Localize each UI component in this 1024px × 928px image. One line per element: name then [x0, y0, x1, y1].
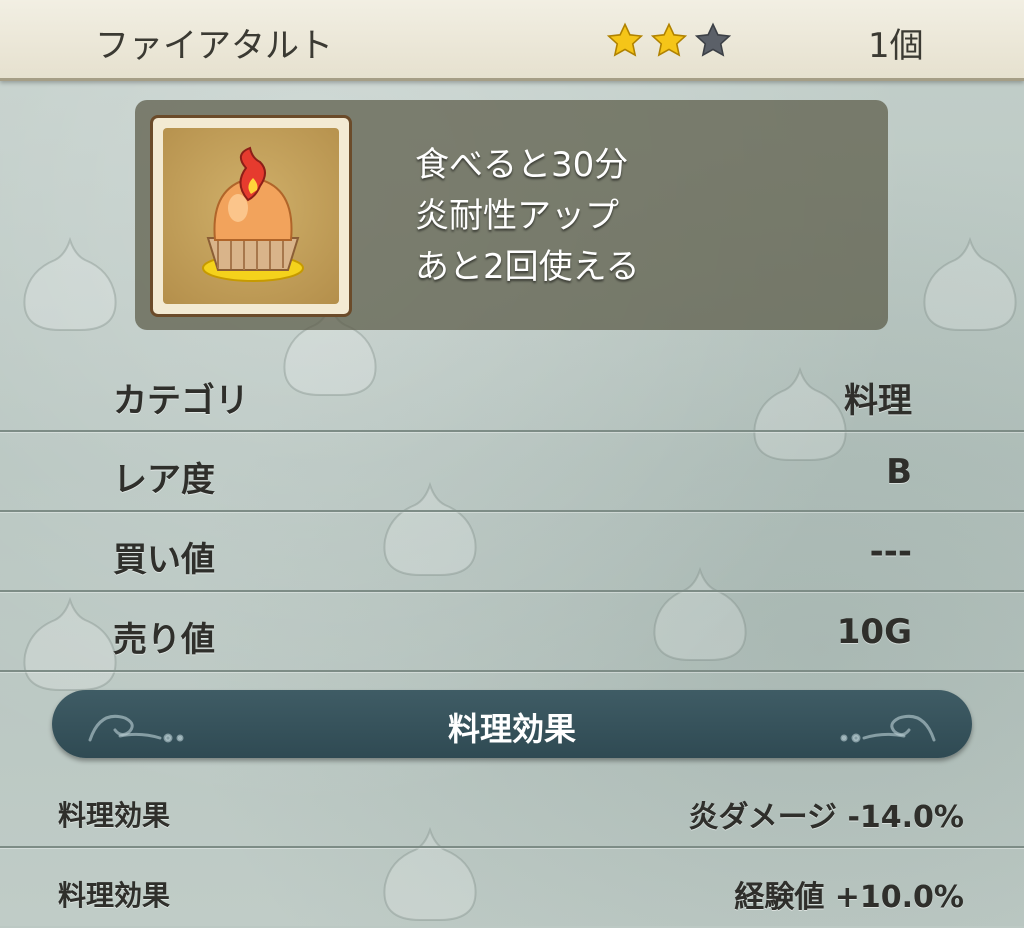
- item-description: 食べると30分 炎耐性アップ あと2回使える: [415, 140, 640, 293]
- row-divider: [0, 846, 1024, 848]
- stat-value: 10G: [836, 612, 912, 652]
- row-divider: [0, 510, 1024, 512]
- star-empty-icon: [694, 22, 732, 57]
- item-quantity: 1個: [868, 26, 924, 66]
- stat-row-rarity: レア度 B: [0, 434, 1024, 512]
- effect-row: 料理効果 炎ダメージ -14.0%: [0, 772, 1024, 850]
- stat-label: レア度: [113, 460, 215, 500]
- star-filled-icon: [606, 22, 644, 57]
- fire-tart-icon: [202, 146, 304, 282]
- stat-label: 売り値: [113, 620, 215, 660]
- stat-label: 買い値: [113, 540, 215, 580]
- item-name: ファイアタルト: [95, 26, 333, 66]
- item-header: ファイアタルト 1個: [0, 0, 1024, 81]
- stat-value: ---: [869, 532, 912, 572]
- item-icon-frame: [150, 115, 352, 317]
- stat-row-category: カテゴリ 料理: [0, 355, 1024, 433]
- stat-value: 料理: [844, 381, 912, 421]
- flourish-right-icon: [840, 714, 936, 743]
- icon-background: [163, 128, 339, 304]
- effect-label: 料理効果: [58, 799, 171, 832]
- star-filled-icon: [650, 22, 688, 57]
- description-line: あと2回使える: [415, 247, 640, 287]
- row-divider: [0, 590, 1024, 592]
- stat-label: カテゴリ: [113, 381, 249, 421]
- rarity-stars: [606, 22, 732, 60]
- effect-value: 炎ダメージ -14.0%: [688, 800, 964, 835]
- effect-label: 料理効果: [58, 879, 171, 912]
- effect-row: 料理効果 経験値 +10.0%: [0, 850, 1024, 928]
- row-divider: [0, 430, 1024, 432]
- stat-row-buy-price: 買い値 ---: [0, 514, 1024, 592]
- stat-row-sell-price: 売り値 10G: [0, 594, 1024, 672]
- row-divider: [0, 670, 1024, 672]
- stat-value: B: [886, 452, 912, 492]
- section-header-cooking-effects: 料理効果: [52, 690, 972, 758]
- effect-value: 経験値 +10.0%: [734, 880, 964, 915]
- description-line: 食べると30分: [415, 145, 629, 185]
- description-line: 炎耐性アップ: [415, 196, 619, 236]
